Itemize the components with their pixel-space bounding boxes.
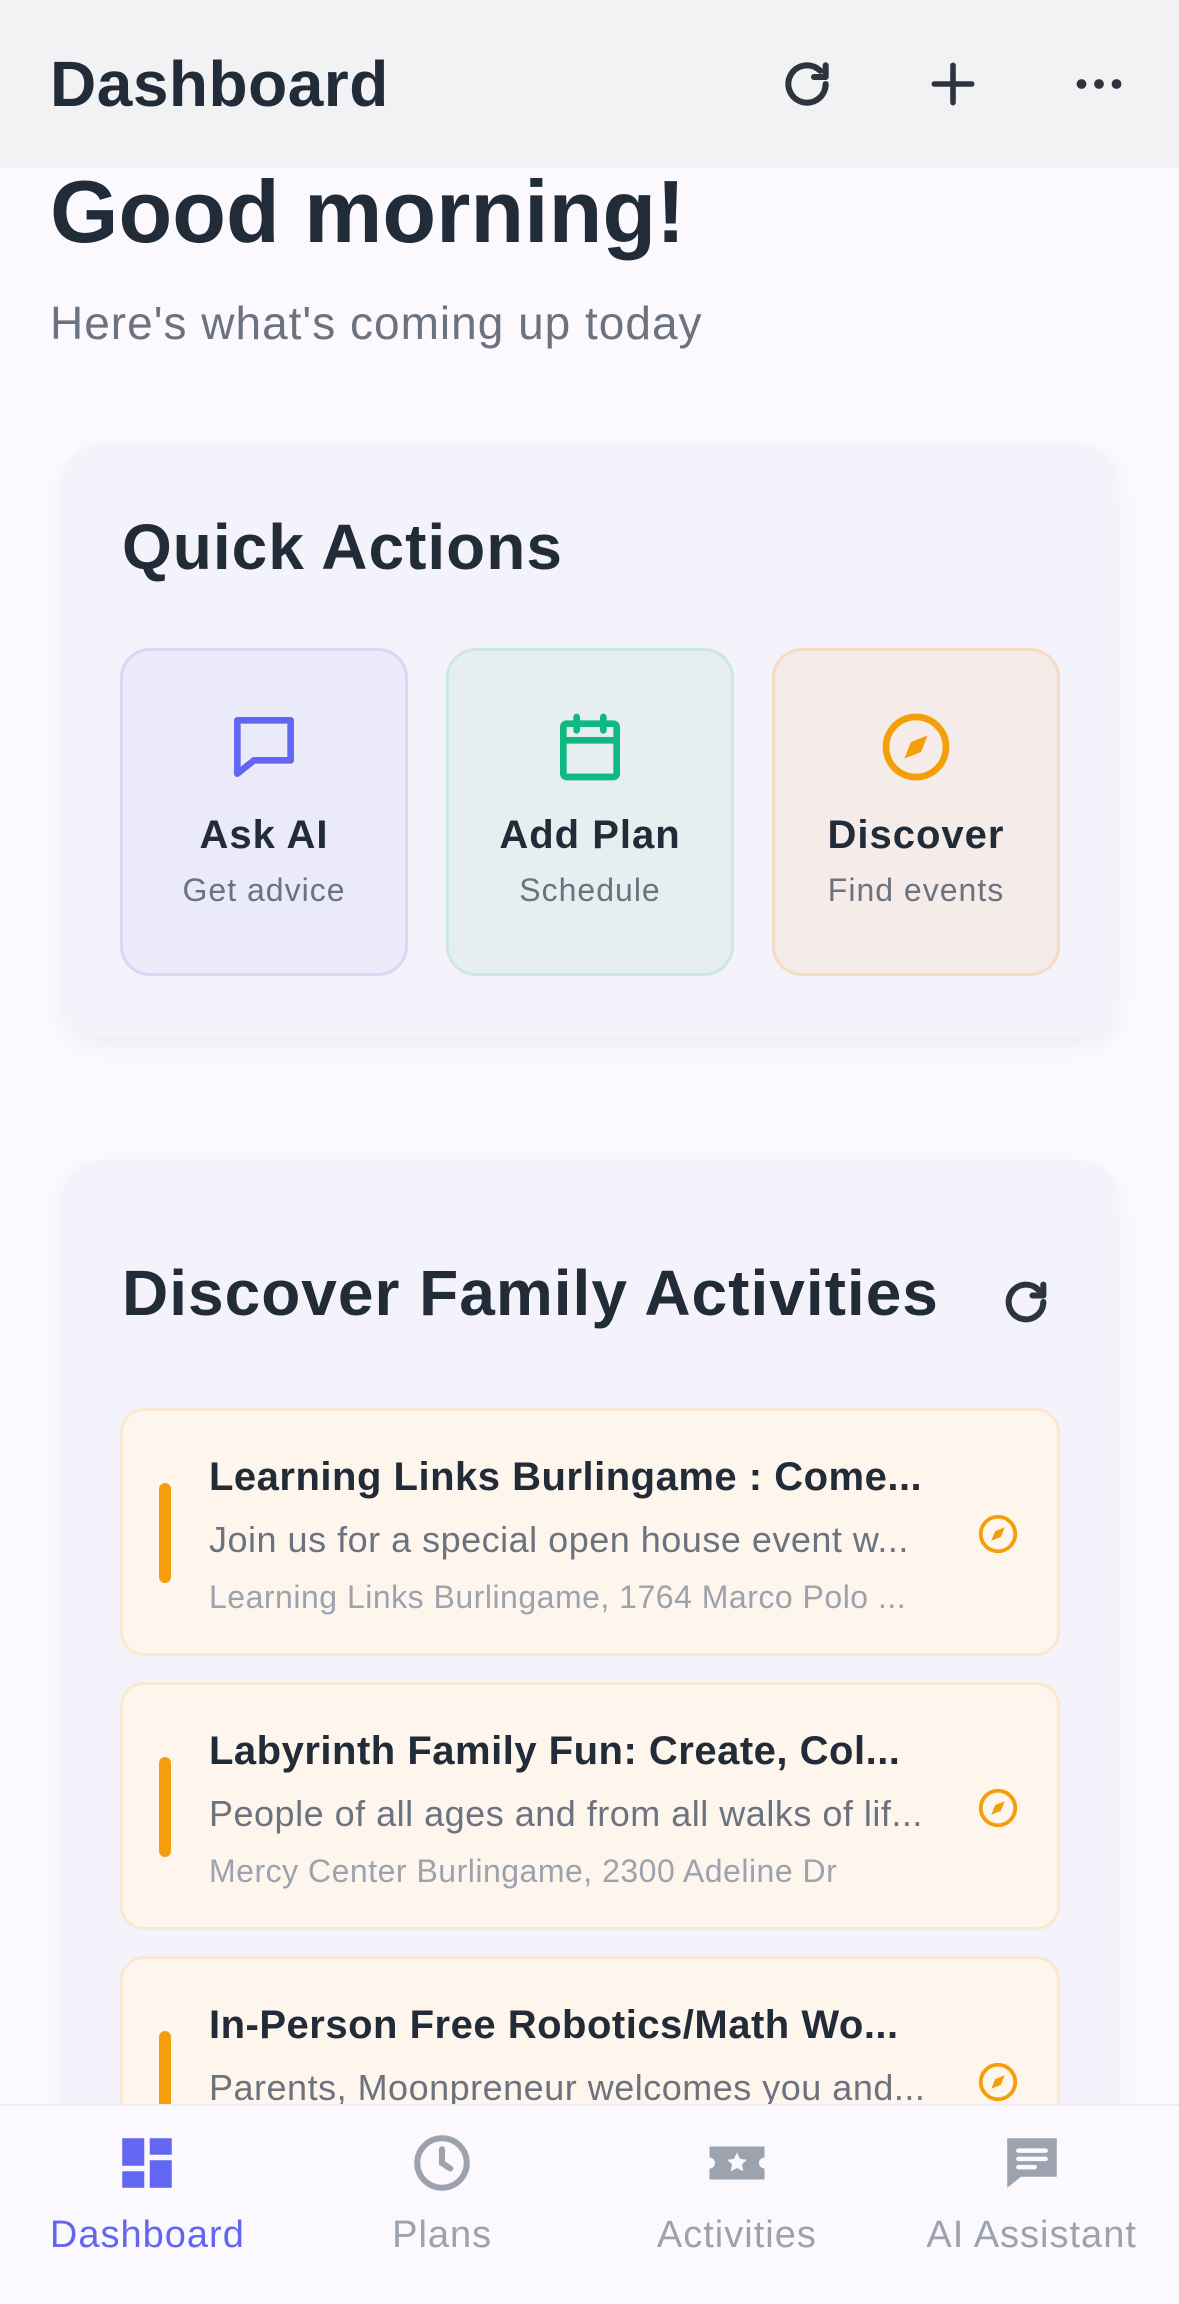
add-plan-sublabel: Schedule bbox=[519, 872, 661, 908]
calendar-icon bbox=[560, 713, 620, 781]
compass-icon bbox=[978, 1514, 1018, 1554]
activity-title: Learning Links Burlingame : Come... bbox=[209, 1455, 923, 1499]
quick-actions-card: Quick Actions Ask AI Get advice Add Plan… bbox=[62, 444, 1118, 1036]
ask-ai-label: Ask AI bbox=[199, 813, 329, 857]
activity-description: People of all ages and from all walks of… bbox=[209, 1793, 923, 1834]
refresh-icon bbox=[785, 62, 829, 106]
activity-card[interactable]: In-Person Free Robotics/Math Wo... Paren… bbox=[120, 1956, 1060, 2104]
add-plan-button[interactable]: Add Plan Schedule bbox=[446, 648, 734, 976]
more-button[interactable] bbox=[1069, 54, 1129, 114]
compass-icon bbox=[978, 1788, 1018, 1828]
discover-label: Discover bbox=[827, 813, 1005, 857]
activity-discover-icon-wrap bbox=[975, 1785, 1021, 1831]
tab-ai-assistant[interactable]: AI Assistant bbox=[884, 2106, 1179, 2304]
activity-description: Parents, Moonpreneur welcomes you and... bbox=[209, 2067, 926, 2104]
compass-icon bbox=[882, 713, 950, 781]
clock-icon bbox=[414, 2135, 470, 2191]
plus-icon bbox=[931, 62, 975, 106]
tab-activities[interactable]: Activities bbox=[590, 2106, 885, 2304]
activity-discover-icon-wrap bbox=[975, 2059, 1021, 2104]
activity-title: Labyrinth Family Fun: Create, Col... bbox=[209, 1729, 901, 1773]
compass-icon bbox=[978, 2062, 1018, 2102]
activity-card[interactable]: Labyrinth Family Fun: Create, Col... Peo… bbox=[120, 1682, 1060, 1930]
scroll-content[interactable]: Good morning! Here's what's coming up to… bbox=[0, 168, 1179, 2104]
ask-ai-sublabel: Get advice bbox=[182, 872, 346, 908]
tab-dashboard[interactable]: Dashboard bbox=[0, 2106, 295, 2304]
tab-label: Dashboard bbox=[49, 2214, 245, 2256]
discover-sublabel: Find events bbox=[827, 872, 1005, 908]
refresh-icon bbox=[1005, 1281, 1047, 1323]
discover-activities-card: Discover Family Activities Learning Link… bbox=[62, 1160, 1118, 2104]
activity-accent-bar bbox=[159, 1483, 171, 1583]
quick-actions-title: Quick Actions bbox=[122, 511, 563, 583]
activity-discover-icon-wrap bbox=[975, 1511, 1021, 1557]
activities-refresh-button[interactable] bbox=[1000, 1276, 1052, 1328]
discover-button[interactable]: Discover Find events bbox=[772, 648, 1060, 976]
tab-plans[interactable]: Plans bbox=[295, 2106, 590, 2304]
more-icon bbox=[1076, 79, 1122, 89]
tab-label: AI Assistant bbox=[926, 2214, 1137, 2256]
activity-title: In-Person Free Robotics/Math Wo... bbox=[209, 2003, 899, 2047]
activity-accent-bar bbox=[159, 2031, 171, 2104]
quick-actions-row: Ask AI Get advice Add Plan Schedule Disc… bbox=[120, 648, 1060, 976]
ask-ai-button[interactable]: Ask AI Get advice bbox=[120, 648, 408, 976]
tab-label: Activities bbox=[656, 2214, 817, 2256]
activity-card[interactable]: Learning Links Burlingame : Come... Join… bbox=[120, 1408, 1060, 1656]
add-button[interactable] bbox=[923, 54, 983, 114]
activity-description: Join us for a special open house event w… bbox=[209, 1519, 909, 1560]
refresh-button[interactable] bbox=[777, 54, 837, 114]
greeting-subtitle: Here's what's coming up today bbox=[50, 297, 703, 349]
page-title: Dashboard bbox=[50, 48, 389, 120]
greeting-title: Good morning! bbox=[50, 168, 686, 261]
activity-accent-bar bbox=[159, 1757, 171, 1857]
bottom-tab-bar: Dashboard Plans Activities AI Assistant bbox=[0, 2104, 1179, 2304]
tab-label: Plans bbox=[392, 2214, 493, 2256]
activity-location: Mercy Center Burlingame, 2300 Adeline Dr bbox=[209, 1853, 838, 1889]
header-actions bbox=[777, 54, 1129, 114]
discover-activities-title: Discover Family Activities bbox=[122, 1257, 939, 1329]
dashboard-icon bbox=[122, 2138, 173, 2188]
message-icon bbox=[1006, 2138, 1057, 2188]
ticket-icon bbox=[709, 2146, 765, 2180]
top-app-bar: Dashboard bbox=[0, 0, 1179, 168]
activity-location: Learning Links Burlingame, 1764 Marco Po… bbox=[209, 1579, 907, 1615]
chat-icon bbox=[234, 717, 294, 777]
add-plan-label: Add Plan bbox=[499, 813, 681, 857]
dashboard-screen: Dashboard Good morning! Here's what's co… bbox=[0, 0, 1179, 2304]
